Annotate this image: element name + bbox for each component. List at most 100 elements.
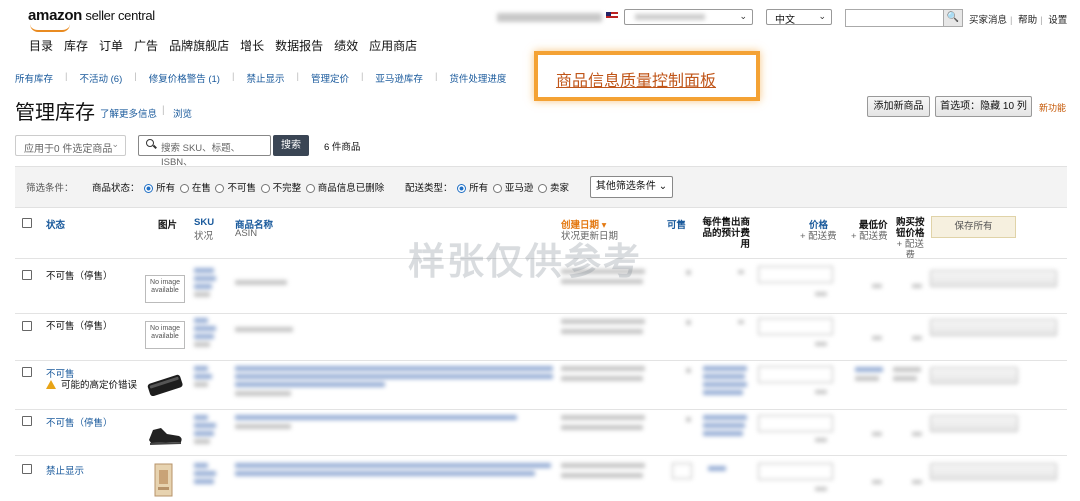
row-sku-blurred[interactable] xyxy=(194,268,216,297)
col-fee-estimate: 每件售出商 品的预计费 用 xyxy=(702,217,750,250)
us-flag-icon xyxy=(606,12,618,20)
row-action-select[interactable] xyxy=(930,367,1018,384)
row-status-link[interactable]: 禁止显示 xyxy=(46,463,84,477)
row-shipping-blurred xyxy=(815,487,827,491)
browse-link[interactable]: 浏览 xyxy=(173,106,192,120)
bulk-action-value: 应用于0 件选定商品 xyxy=(24,144,113,155)
row-status-link[interactable]: 不可售（停售） xyxy=(46,415,113,429)
subnav-manage-pricing[interactable]: 管理定价 xyxy=(311,71,349,85)
price-input[interactable] xyxy=(758,318,833,335)
warning-icon xyxy=(46,380,56,389)
row-checkbox[interactable] xyxy=(22,321,32,331)
radio-status-inactive[interactable] xyxy=(215,184,225,193)
price-input[interactable] xyxy=(758,415,833,432)
no-image-placeholder: No image available xyxy=(145,321,185,349)
row-dates-blurred xyxy=(561,366,645,381)
language-select[interactable]: 中文 ⌄ xyxy=(766,9,832,26)
row-sku-blurred[interactable] xyxy=(194,318,216,347)
row-asin-blurred xyxy=(235,280,287,285)
help-link[interactable]: 帮助 xyxy=(1018,15,1037,26)
row-fee-link-blurred[interactable] xyxy=(703,366,747,395)
row-checkbox[interactable] xyxy=(22,367,32,377)
row-shipping-blurred xyxy=(815,390,827,394)
select-all-checkbox[interactable] xyxy=(22,218,32,228)
listing-quality-dashboard-callout[interactable]: 商品信息质量控制面板 xyxy=(534,51,760,101)
search-button[interactable]: 搜索 xyxy=(273,135,309,156)
row-title-blurred[interactable] xyxy=(235,415,517,429)
product-thumbnail-shoe[interactable] xyxy=(145,420,185,448)
row-lowest-blurred xyxy=(872,284,882,288)
row-divider xyxy=(15,409,1067,410)
row-action-select[interactable] xyxy=(930,319,1057,336)
nav-catalog[interactable]: 目录 xyxy=(29,37,53,54)
nav-appstore[interactable]: 应用商店 xyxy=(369,37,417,54)
col-sku[interactable]: SKU xyxy=(194,217,214,228)
row-checkbox[interactable] xyxy=(22,416,32,426)
nav-inventory[interactable]: 库存 xyxy=(64,37,88,54)
listing-quality-dashboard-link[interactable]: 商品信息质量控制面板 xyxy=(556,67,716,91)
learn-more-link[interactable]: 了解更多信息 xyxy=(100,106,157,120)
row-fee-link-blurred[interactable] xyxy=(708,466,726,471)
bulk-action-select[interactable]: 应用于0 件选定商品 ⌄ xyxy=(15,135,126,156)
nav-orders[interactable]: 订单 xyxy=(99,37,123,54)
nav-stores[interactable]: 品牌旗舰店 xyxy=(169,37,229,54)
more-filters-button[interactable]: 其他筛选条件 ⌄ xyxy=(590,176,673,198)
radio-label: 不可售 xyxy=(227,183,256,194)
product-thumbnail-powerbank[interactable] xyxy=(145,374,185,397)
radio-status-all[interactable] xyxy=(144,184,154,193)
radio-status-incomplete[interactable] xyxy=(260,184,270,193)
nav-advertising[interactable]: 广告 xyxy=(134,37,158,54)
radio-fulfil-merchant[interactable] xyxy=(537,184,547,193)
row-title-blurred[interactable] xyxy=(235,366,553,396)
amazon-seller-central-logo[interactable]: amazon seller central xyxy=(28,7,155,32)
buyer-messages-link[interactable]: 买家消息 xyxy=(969,15,1007,26)
row-checkbox[interactable] xyxy=(22,464,32,474)
global-search-input[interactable]: 🔍 xyxy=(845,9,963,27)
price-input[interactable] xyxy=(758,463,833,480)
radio-status-removed[interactable] xyxy=(305,184,315,193)
price-input[interactable] xyxy=(758,366,833,383)
product-thumbnail-box[interactable] xyxy=(152,462,176,498)
row-fee-link-blurred[interactable] xyxy=(703,415,747,436)
sample-watermark: 样张仅供参考 xyxy=(408,241,642,282)
radio-fulfil-amazon[interactable] xyxy=(492,184,502,193)
radio-fulfil-all[interactable] xyxy=(457,184,467,193)
subnav-shipments[interactable]: 货件处理进度 xyxy=(449,71,506,85)
search-icon[interactable]: 🔍 xyxy=(943,10,962,26)
subnav-fix-price-alerts[interactable]: 修复价格警告 (1) xyxy=(149,71,220,85)
subnav-suppressed[interactable]: 禁止显示 xyxy=(246,71,284,85)
nav-performance[interactable]: 绩效 xyxy=(334,37,358,54)
row-available-blurred xyxy=(686,270,691,275)
row-sku-blurred[interactable] xyxy=(194,463,216,484)
subnav-fba-inventory[interactable]: 亚马逊库存 xyxy=(375,71,423,85)
inventory-search-input[interactable]: 搜索 SKU、标题、ISBN、 xyxy=(138,135,271,168)
row-available-blurred xyxy=(686,417,691,422)
save-all-button[interactable]: 保存所有 xyxy=(931,216,1016,238)
nav-reports[interactable]: 数据报告 xyxy=(275,37,323,54)
subnav-all-inventory[interactable]: 所有库存 xyxy=(15,71,53,85)
radio-label: 商品信息已删除 xyxy=(317,183,385,194)
preferences-button[interactable]: 首选项：隐藏 10 列 xyxy=(935,96,1032,117)
row-title-blurred[interactable] xyxy=(235,463,551,476)
price-input[interactable] xyxy=(758,266,833,283)
marketplace-select[interactable]: ⌄ xyxy=(624,9,753,25)
row-action-select[interactable] xyxy=(930,270,1057,287)
row-action-select[interactable] xyxy=(930,415,1018,432)
new-feature-link[interactable]: 新功能 xyxy=(1039,101,1066,114)
row-sku-blurred[interactable] xyxy=(194,415,216,444)
nav-growth[interactable]: 增长 xyxy=(240,37,264,54)
row-buybox-blurred xyxy=(912,432,922,436)
row-sku-blurred[interactable] xyxy=(194,366,212,387)
col-status[interactable]: 状态 xyxy=(46,217,65,231)
radio-status-active[interactable] xyxy=(179,184,189,193)
subnav-inactive[interactable]: 不活动 (6) xyxy=(79,71,122,85)
row-asin-blurred xyxy=(235,327,293,332)
col-available[interactable]: 可售 xyxy=(667,217,686,231)
col-image: 图片 xyxy=(158,220,178,231)
row-action-select[interactable] xyxy=(930,463,1057,480)
add-product-button[interactable]: 添加新商品 xyxy=(867,96,930,117)
quantity-input[interactable] xyxy=(672,463,692,479)
row-shipping-blurred xyxy=(815,292,827,296)
settings-link[interactable]: 设置 xyxy=(1048,15,1067,26)
row-checkbox[interactable] xyxy=(22,270,32,280)
